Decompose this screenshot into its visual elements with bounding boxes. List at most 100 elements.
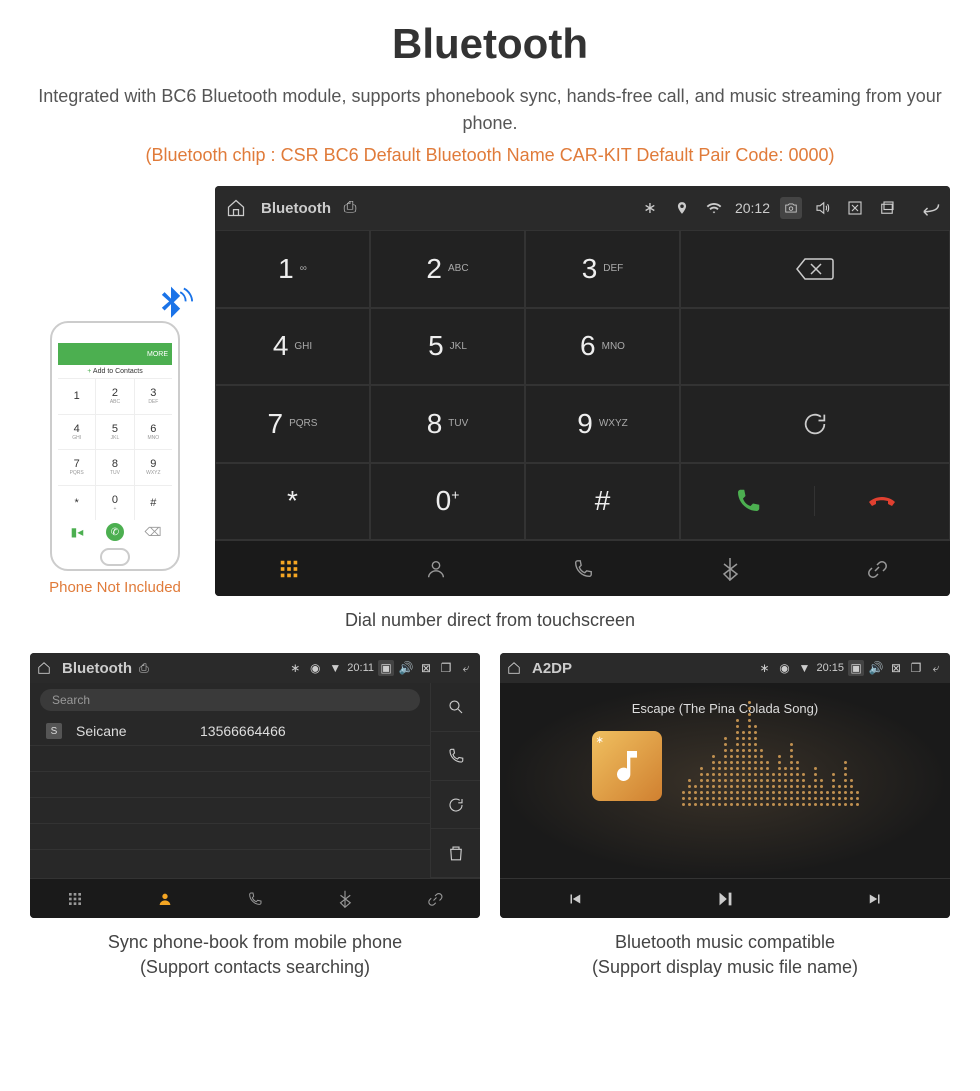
phone-key: * [58, 486, 95, 521]
bluetooth-icon: ∗ [639, 197, 661, 219]
close-box-icon[interactable]: ⊠ [418, 660, 434, 676]
location-icon: ◉ [776, 660, 792, 676]
usb-icon: ⎙ [136, 660, 152, 676]
recent-icon[interactable]: ❐ [438, 660, 454, 676]
volume-icon[interactable] [812, 197, 834, 219]
camera-icon[interactable]: ▣ [378, 660, 394, 676]
hangup-button[interactable] [815, 489, 949, 513]
nav-bluetooth[interactable] [656, 541, 803, 596]
phone-video-icon: ▮◂ [58, 520, 96, 544]
phone-statusbar: MORE [58, 343, 172, 365]
page-description: Integrated with BC6 Bluetooth module, su… [30, 83, 950, 137]
camera-icon[interactable]: ▣ [848, 660, 864, 676]
music-device: A2DP ∗ ◉ ▼ 20:15 ▣ 🔊 ⊠ ❐ ⤶ Escape (The P… [500, 653, 950, 918]
call-button[interactable] [681, 486, 815, 516]
search-input[interactable]: Search [40, 689, 420, 711]
nav-link[interactable] [803, 541, 950, 596]
back-icon[interactable] [918, 197, 940, 219]
dialer-key[interactable]: 4GHI [215, 308, 370, 386]
dialer-key[interactable]: 1∞ [215, 230, 370, 308]
nav-dialpad[interactable] [215, 541, 362, 596]
song-title: Escape (The Pina Colada Song) [632, 701, 818, 716]
volume-icon[interactable]: 🔊 [868, 660, 884, 676]
nav-link[interactable] [390, 879, 480, 918]
nav-bluetooth[interactable] [300, 879, 390, 918]
nav-contacts[interactable] [120, 879, 210, 918]
dialer-key[interactable]: 0+ [370, 463, 525, 541]
dialer-key[interactable]: 9WXYZ [525, 385, 680, 463]
specs-line: (Bluetooth chip : CSR BC6 Default Blueto… [30, 145, 950, 166]
location-icon: ◉ [307, 660, 323, 676]
play-pause-button[interactable] [650, 879, 800, 918]
statusbar-title: Bluetooth [62, 660, 132, 677]
dialer-key[interactable]: * [215, 463, 370, 541]
nav-contacts[interactable] [362, 541, 509, 596]
phone-key: 8TUV [96, 450, 133, 485]
phone-key: 0+ [96, 486, 133, 521]
music-caption: Bluetooth music compatible(Support displ… [500, 930, 950, 980]
close-box-icon[interactable]: ⊠ [888, 660, 904, 676]
back-icon[interactable]: ⤶ [928, 660, 944, 676]
phone-key: 5JKL [96, 415, 133, 450]
camera-icon[interactable] [780, 197, 802, 219]
close-box-icon[interactable] [844, 197, 866, 219]
phone-mock: MORE + Add to Contacts 12ABC3DEF4GHI5JKL… [30, 321, 200, 596]
volume-icon[interactable]: 🔊 [398, 660, 414, 676]
empty-row [30, 798, 430, 824]
bluetooth-icon: ∗ [287, 660, 303, 676]
dialer-key[interactable]: 2ABC [370, 230, 525, 308]
side-sync-icon[interactable] [430, 781, 480, 830]
nav-dialpad[interactable] [30, 879, 120, 918]
empty-row [30, 746, 430, 772]
side-search-icon[interactable] [430, 683, 480, 732]
next-track-button[interactable] [800, 879, 950, 918]
dialer-key[interactable]: 8TUV [370, 385, 525, 463]
phone-home-button [100, 548, 130, 566]
page-title: Bluetooth [30, 20, 950, 68]
contact-number: 13566664466 [200, 723, 286, 739]
nav-recent[interactable] [210, 879, 300, 918]
wifi-icon [703, 197, 725, 219]
phone-key: 4GHI [58, 415, 95, 450]
dialer-key[interactable]: 3DEF [525, 230, 680, 308]
recent-icon[interactable]: ❐ [908, 660, 924, 676]
prev-track-button[interactable] [500, 879, 650, 918]
dialer-key[interactable]: # [525, 463, 680, 541]
status-time: 20:15 [816, 662, 844, 674]
contact-badge: S [46, 723, 62, 739]
dialer-key[interactable]: 6MNO [525, 308, 680, 386]
dialer-key[interactable]: 7PQRS [215, 385, 370, 463]
redial-button[interactable] [680, 385, 950, 463]
phone-call-icon: ✆ [96, 520, 134, 544]
nav-recent[interactable] [509, 541, 656, 596]
recent-icon[interactable] [876, 197, 898, 219]
side-call-icon[interactable] [430, 732, 480, 781]
home-icon[interactable] [225, 197, 247, 219]
status-time: 20:12 [735, 200, 770, 216]
dialer-caption: Dial number direct from touchscreen [30, 608, 950, 633]
back-icon[interactable]: ⤶ [458, 660, 474, 676]
side-delete-icon[interactable] [430, 829, 480, 878]
wifi-icon: ▼ [796, 660, 812, 676]
phone-key: 9WXYZ [135, 450, 172, 485]
bluetooth-signal-icon [149, 283, 193, 327]
phone-not-included-label: Phone Not Included [30, 579, 200, 596]
contact-row[interactable]: S Seicane 13566664466 [30, 717, 430, 746]
backspace-button[interactable] [680, 230, 950, 308]
equalizer-visual [682, 726, 859, 806]
home-icon[interactable] [506, 660, 522, 676]
home-icon[interactable] [36, 660, 52, 676]
dialer-device: Bluetooth ⎙ ∗ 20:12 1∞2ABC3DEF4GHI5JKL6M… [215, 186, 950, 596]
phone-key: 7PQRS [58, 450, 95, 485]
usb-icon: ⎙ [339, 197, 361, 219]
phone-add-contacts: + Add to Contacts [58, 365, 172, 379]
empty-row [30, 772, 430, 798]
location-icon [671, 197, 693, 219]
phone-key: 6MNO [135, 415, 172, 450]
phone-key: 1 [58, 379, 95, 414]
dialer-key[interactable]: 5JKL [370, 308, 525, 386]
wifi-icon: ▼ [327, 660, 343, 676]
phone-key: # [135, 486, 172, 521]
bluetooth-icon: ∗ [756, 660, 772, 676]
statusbar-title: A2DP [532, 660, 572, 677]
